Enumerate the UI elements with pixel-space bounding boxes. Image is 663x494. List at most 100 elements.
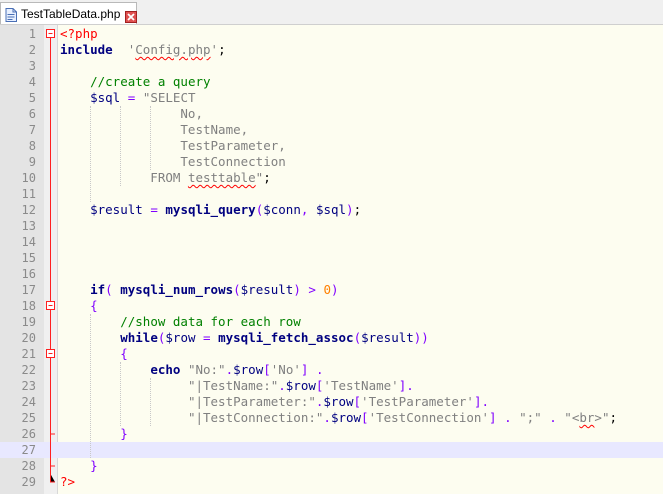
line-number: 29 — [21, 475, 36, 489]
line-number: 25 — [21, 411, 36, 425]
code-text: $sql = "SELECT — [90, 90, 196, 105]
code-line[interactable]: 19 //show data for each row — [0, 314, 663, 330]
code-line[interactable]: 14 — [0, 234, 663, 250]
fold-line — [44, 394, 58, 410]
code-line[interactable]: 15 — [0, 250, 663, 266]
code-text: } — [120, 426, 128, 441]
code-text: "|TestParameter:".$row['TestParameter']. — [187, 394, 489, 409]
code-line[interactable]: 9 TestConnection — [0, 154, 663, 170]
code-line[interactable]: 26 } — [0, 426, 663, 442]
code-line[interactable]: 6 No, — [0, 106, 663, 122]
line-number: 6 — [28, 107, 36, 121]
close-icon[interactable] — [125, 8, 138, 23]
code-text: //create a query — [90, 74, 211, 89]
code-line[interactable]: 29 ?> — [0, 474, 663, 490]
fold-line — [44, 138, 58, 154]
code-line[interactable]: 2 include 'Config.php'; — [0, 42, 663, 58]
line-number: 2 — [28, 43, 36, 57]
line-number: 7 — [28, 123, 36, 137]
fold-end-marker — [44, 458, 58, 474]
tab-testtabledata[interactable]: TestTableData.php — [0, 2, 138, 24]
fold-line — [44, 330, 58, 346]
code-line[interactable]: 8 TestParameter, — [0, 138, 663, 154]
fold-line — [44, 314, 58, 330]
fold-collapse-icon[interactable] — [44, 298, 58, 314]
code-line[interactable]: 23 "|TestName:".$row['TestName']. — [0, 378, 663, 394]
fold-line — [44, 106, 58, 122]
code-text: { — [120, 346, 128, 361]
code-text: ?> — [60, 474, 76, 489]
indent-guide — [120, 106, 122, 186]
code-line[interactable]: 18 { — [0, 298, 663, 314]
code-line[interactable]: 20 while($row = mysqli_fetch_assoc($resu… — [0, 330, 663, 346]
fold-line — [44, 378, 58, 394]
code-text: $result = mysqli_query($conn, $sql); — [90, 202, 362, 217]
tab-label: TestTableData.php — [21, 6, 121, 21]
line-number: 11 — [21, 187, 36, 201]
code-text: include 'Config.php'; — [60, 42, 226, 57]
indent-guide — [90, 106, 92, 202]
fold-line — [44, 218, 58, 234]
fold-line — [44, 410, 58, 426]
line-number: 24 — [21, 395, 36, 409]
line-number: 23 — [21, 379, 36, 393]
code-line[interactable]: 11 — [0, 186, 663, 202]
line-number: 4 — [28, 75, 36, 89]
code-line[interactable]: 21 { — [0, 346, 663, 362]
indent-guide — [90, 314, 92, 458]
code-text: TestName, — [60, 122, 249, 137]
fold-line — [44, 202, 58, 218]
code-text: } — [90, 458, 98, 473]
fold-line — [44, 42, 58, 58]
code-text: echo "No:".$row['No'] . — [150, 362, 324, 377]
code-line[interactable]: 16 — [0, 266, 663, 282]
indent-guide — [120, 362, 122, 426]
line-number: 8 — [28, 139, 36, 153]
code-line[interactable]: 12 $result = mysqli_query($conn, $sql); — [0, 202, 663, 218]
code-line[interactable]: 1 <?php — [0, 26, 663, 42]
line-number: 20 — [21, 331, 36, 345]
fold-line — [44, 234, 58, 250]
line-number: 26 — [21, 427, 36, 441]
line-number: 21 — [21, 347, 36, 361]
code-editor[interactable]: 1 <?php 2 include 'Config.php'; 3 4 //create … — [0, 25, 663, 494]
fold-line — [44, 250, 58, 266]
code-text: FROM testtable"; — [60, 170, 271, 185]
line-number: 15 — [21, 251, 36, 265]
fold-line — [44, 58, 58, 74]
line-number: 22 — [21, 363, 36, 377]
code-line[interactable]: 28 } — [0, 458, 663, 474]
code-text: TestConnection — [60, 154, 286, 169]
fold-line — [44, 442, 58, 458]
line-number: 10 — [21, 171, 36, 185]
line-number: 1 — [28, 27, 36, 41]
php-file-icon — [5, 7, 17, 22]
code-line[interactable]: 27 — [0, 442, 663, 458]
line-number: 14 — [21, 235, 36, 249]
line-number: 17 — [21, 283, 36, 297]
fold-line — [44, 122, 58, 138]
code-line[interactable]: 4 //create a query — [0, 74, 663, 90]
code-text: No, — [60, 106, 203, 121]
code-line[interactable]: 5 $sql = "SELECT — [0, 90, 663, 106]
code-line[interactable]: 10 FROM testtable"; — [0, 170, 663, 186]
line-number: 3 — [28, 59, 36, 73]
code-line[interactable]: 17 if( mysqli_num_rows($result) > 0) — [0, 282, 663, 298]
code-line[interactable]: 24 "|TestParameter:".$row['TestParameter… — [0, 394, 663, 410]
code-text: <?php — [60, 26, 98, 41]
fold-line — [44, 74, 58, 90]
code-text: TestParameter, — [60, 138, 286, 153]
fold-end-marker — [44, 426, 58, 442]
line-number: 13 — [21, 219, 36, 233]
fold-collapse-icon[interactable] — [44, 26, 58, 42]
code-line[interactable]: 7 TestName, — [0, 122, 663, 138]
tab-bar: TestTableData.php — [0, 0, 663, 25]
fold-end-marker — [44, 474, 58, 490]
fold-collapse-icon[interactable] — [44, 346, 58, 362]
code-line[interactable]: 25 "|TestConnection:".$row['TestConnecti… — [0, 410, 663, 426]
code-line[interactable]: 22 echo "No:".$row['No'] . — [0, 362, 663, 378]
line-number: 28 — [21, 459, 36, 473]
code-line[interactable]: 13 — [0, 218, 663, 234]
code-line[interactable]: 3 — [0, 58, 663, 74]
code-text: "|TestConnection:".$row['TestConnection'… — [187, 410, 618, 425]
